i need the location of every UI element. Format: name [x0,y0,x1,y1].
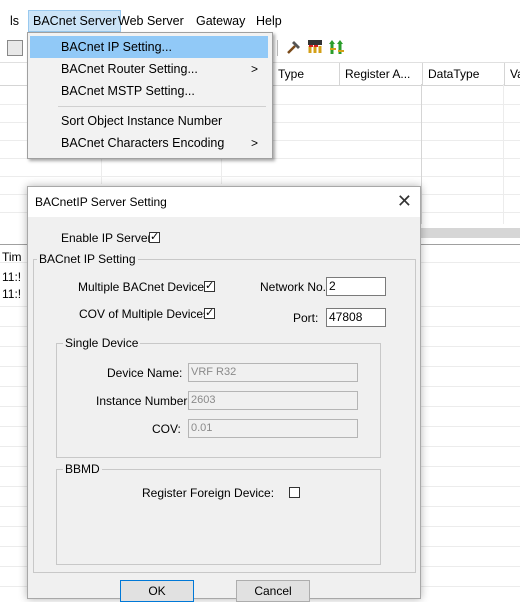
device-name-input[interactable]: VRF R32 [188,363,358,382]
menu-item-bacnet-router-setting[interactable]: BACnet Router Setting... > [30,58,268,80]
register-foreign-device-label: Register Foreign Device: [142,486,275,500]
enable-ip-server-label: Enable IP Server: [61,231,155,245]
menu-item-bacnet-mstp-setting[interactable]: BACnet MSTP Setting... [30,80,268,102]
check-icon: ✓ [150,231,160,243]
menu-help[interactable]: Help [252,10,286,32]
menu-item-label: BACnet Characters Encoding [61,136,225,150]
column-datatype[interactable]: DataType [422,63,504,85]
port-label: Port: [293,311,319,325]
submenu-arrow-icon: > [250,136,258,150]
multiple-devices-label: Multiple BACnet Devices: [78,280,214,294]
menubar: ls BACnet Server Web Server Gateway Help [0,10,520,32]
instance-number-input[interactable]: 2603 [188,391,358,410]
check-icon: ✓ [205,307,215,319]
horizontal-scrollbar[interactable] [421,228,520,238]
toolbar-separator [277,40,278,56]
menu-item-label: BACnet Router Setting... [61,62,198,76]
bacnet-server-menu: BACnet IP Setting... BACnet Router Setti… [27,32,273,159]
enable-ip-server-checkbox[interactable]: ✓ [149,232,160,243]
instance-number-label: Instance Number: [96,394,191,408]
port-input[interactable]: 47808 [326,308,386,327]
grid-row-line [0,176,520,177]
column-type[interactable]: Type [272,63,339,85]
menu-item-characters-encoding[interactable]: BACnet Characters Encoding > [30,132,268,154]
log-time-cell: 11:! [2,287,22,301]
tools-icon[interactable] [286,39,302,55]
cov-label: COV: [152,422,181,436]
menu-item-label: Sort Object Instance Number [61,114,223,128]
cov-multiple-label: COV of Multiple Devices: [79,307,213,321]
check-icon: ✓ [205,280,215,292]
menu-tools[interactable]: ls [6,10,23,32]
column-register-address[interactable]: Register A... [339,63,422,85]
bacnetip-server-setting-dialog: BACnetIP Server Setting ✕ Enable IP Serv… [27,186,421,602]
grid-col-line [421,84,422,224]
submenu-arrow-icon: > [250,62,258,76]
menu-separator [58,106,266,107]
column-value[interactable]: Va [504,63,520,85]
multiple-devices-checkbox[interactable]: ✓ [204,281,215,292]
grid-col-line [503,84,504,224]
dialog-title: BACnetIP Server Setting [35,195,167,209]
menu-item-sort-object-instance[interactable]: Sort Object Instance Number [30,110,268,132]
close-icon[interactable]: ✕ [397,191,412,211]
dialog-titlebar: BACnetIP Server Setting ✕ [28,187,420,217]
menu-item-label: BACnet MSTP Setting... [61,84,195,98]
group-title: BACnet IP Setting [37,252,138,266]
group-title: BBMD [63,462,102,476]
single-device-group: Single Device Device Name: VRF R32 Insta… [56,336,381,458]
cov-input[interactable]: 0.01 [188,419,358,438]
bacnet-ip-setting-group: BACnet IP Setting Multiple BACnet Device… [33,252,416,573]
load-icon[interactable] [306,39,322,55]
menu-item-bacnet-ip-setting[interactable]: BACnet IP Setting... [30,36,268,58]
menu-item-label: BACnet IP Setting... [61,40,172,54]
grid-icon[interactable] [7,40,23,56]
network-no-input[interactable]: 2 [326,277,386,296]
cov-multiple-checkbox[interactable]: ✓ [204,308,215,319]
group-title: Single Device [63,336,141,350]
up-icon[interactable] [328,39,344,55]
menu-bacnet-server[interactable]: BACnet Server [28,10,122,32]
bbmd-group: BBMD Register Foreign Device: [56,462,381,565]
register-foreign-device-checkbox[interactable] [289,487,300,498]
log-header-time: Tim [2,250,22,264]
log-time-cell: 11:! [2,270,22,284]
network-no-label: Network No.: [260,280,330,294]
menu-gateway[interactable]: Gateway [192,10,249,32]
device-name-label: Device Name: [107,366,183,380]
menu-web-server[interactable]: Web Server [114,10,188,32]
